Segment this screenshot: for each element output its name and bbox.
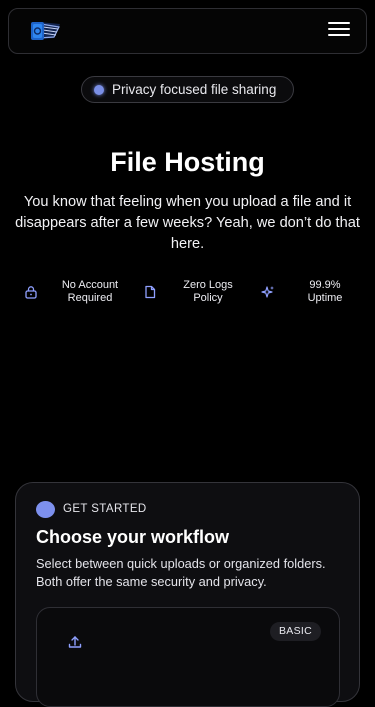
feature-label: No Account Required bbox=[61, 279, 119, 304]
accent-dot bbox=[36, 501, 55, 518]
top-nav bbox=[8, 8, 367, 54]
logo-icon[interactable] bbox=[29, 19, 63, 43]
feature-label: 99.9% Uptime bbox=[307, 279, 343, 304]
status-dot bbox=[94, 84, 104, 95]
badge-label: Privacy focused file sharing bbox=[112, 82, 277, 97]
upload-icon bbox=[68, 636, 82, 648]
lock-icon bbox=[25, 286, 37, 299]
feature-uptime: 99.9% Uptime bbox=[261, 279, 350, 305]
feature-zero-logs: Zero Logs Policy bbox=[143, 279, 238, 305]
feature-list: No Account Required Zero Logs Policy 99.… bbox=[0, 279, 375, 309]
card-description: Select between quick uploads or organize… bbox=[36, 556, 326, 589]
card-title: Choose your workflow bbox=[36, 527, 230, 547]
option-badge: BASIC bbox=[269, 622, 321, 641]
feature-no-account: No Account Required bbox=[24, 279, 130, 305]
privacy-badge: Privacy focused file sharing bbox=[81, 76, 294, 103]
basic-upload-option[interactable]: BASIC bbox=[36, 607, 340, 707]
sparkle-icon bbox=[261, 286, 274, 298]
hamburger-menu-icon[interactable] bbox=[328, 22, 350, 40]
workflow-card: GET STARTED Choose your workflow Select … bbox=[15, 482, 360, 707]
feature-label: Zero Logs Policy bbox=[183, 279, 233, 304]
hero-description: You know that feeling when you upload a … bbox=[15, 194, 360, 252]
document-icon bbox=[145, 285, 156, 299]
page-title: File Hosting bbox=[110, 147, 265, 177]
card-eyebrow: GET STARTED bbox=[63, 503, 147, 515]
